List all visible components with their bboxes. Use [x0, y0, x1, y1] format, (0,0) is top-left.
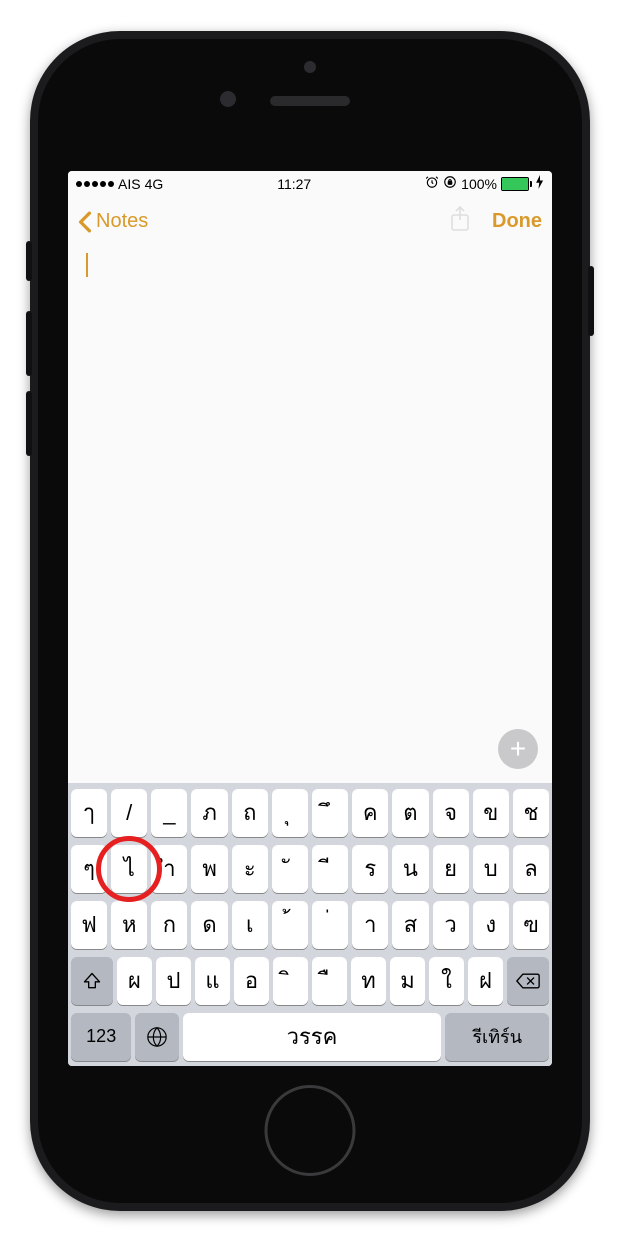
key-ห[interactable]: ห	[111, 901, 147, 949]
key-ก[interactable]: ก	[151, 901, 187, 949]
keyboard-row-4: ผปแอิืทมใฝ	[71, 957, 549, 1005]
key-ั[interactable]: ั	[272, 845, 308, 893]
battery-icon	[501, 177, 532, 191]
clock: 11:27	[277, 176, 311, 192]
share-icon	[450, 206, 470, 232]
key-ๅ[interactable]: ๅ	[71, 789, 107, 837]
globe-icon	[146, 1026, 168, 1048]
key-า[interactable]: า	[352, 901, 388, 949]
key-ช[interactable]: ช	[513, 789, 549, 837]
signal-strength-icon	[76, 181, 114, 187]
key-ฃ[interactable]: ฃ	[513, 901, 549, 949]
key-ม[interactable]: ม	[390, 957, 425, 1005]
text-cursor	[86, 253, 88, 277]
key-ค[interactable]: ค	[352, 789, 388, 837]
key-ว[interactable]: ว	[433, 901, 469, 949]
backspace-icon	[516, 972, 540, 990]
shift-key[interactable]	[71, 957, 113, 1005]
network-label: 4G	[145, 176, 164, 192]
note-editor[interactable]: +	[68, 247, 552, 783]
done-button[interactable]: Done	[492, 210, 542, 233]
numbers-key[interactable]: 123	[71, 1013, 131, 1061]
key-ื[interactable]: ื	[312, 957, 347, 1005]
key-ำ[interactable]: ำ	[151, 845, 187, 893]
key-ด[interactable]: ด	[191, 901, 227, 949]
phone-frame: AIS 4G 11:27 100%	[30, 31, 590, 1211]
chevron-left-icon	[78, 211, 92, 233]
key-ฝ[interactable]: ฝ	[468, 957, 503, 1005]
volume-up-button	[26, 311, 32, 376]
key-ฟ[interactable]: ฟ	[71, 901, 107, 949]
back-label: Notes	[96, 210, 148, 233]
share-button[interactable]	[450, 206, 470, 237]
keyboard-row-3: ฟหกดเ้่าสวงฃ	[71, 901, 549, 949]
screen: AIS 4G 11:27 100%	[68, 171, 552, 1066]
key-ย[interactable]: ย	[433, 845, 469, 893]
backspace-key[interactable]	[507, 957, 549, 1005]
battery-percent: 100%	[461, 176, 497, 192]
key-ี[interactable]: ี	[312, 845, 348, 893]
keyboard-row-2: ๆไำพะัีรนยบล	[71, 845, 549, 893]
key-ผ[interactable]: ผ	[117, 957, 152, 1005]
key-แ[interactable]: แ	[195, 957, 230, 1005]
space-key[interactable]: วรรค	[183, 1013, 442, 1061]
key-ป[interactable]: ป	[156, 957, 191, 1005]
back-button[interactable]: Notes	[78, 210, 148, 233]
charging-icon	[536, 175, 544, 192]
power-button	[588, 266, 594, 336]
key-ร[interactable]: ร	[352, 845, 388, 893]
status-bar: AIS 4G 11:27 100%	[68, 171, 552, 197]
key-ึ[interactable]: ึ	[312, 789, 348, 837]
keyboard-row-1: ๅ/_ภถุึคตจขช	[71, 789, 549, 837]
key-เ[interactable]: เ	[232, 901, 268, 949]
proximity-sensor	[304, 61, 316, 73]
globe-key[interactable]	[135, 1013, 178, 1061]
key-ต[interactable]: ต	[392, 789, 428, 837]
rotation-lock-icon	[443, 175, 457, 192]
key-ิ[interactable]: ิ	[273, 957, 308, 1005]
key-จ[interactable]: จ	[433, 789, 469, 837]
volume-down-button	[26, 391, 32, 456]
key-อ[interactable]: อ	[234, 957, 269, 1005]
key-้[interactable]: ้	[272, 901, 308, 949]
key-ุ[interactable]: ุ	[272, 789, 308, 837]
shift-icon	[82, 971, 102, 991]
key-ล[interactable]: ล	[513, 845, 549, 893]
key-น[interactable]: น	[392, 845, 428, 893]
navigation-bar: Notes Done	[68, 197, 552, 247]
key-/[interactable]: /	[111, 789, 147, 837]
mute-switch	[26, 241, 32, 281]
carrier-label: AIS	[118, 176, 141, 192]
key-ะ[interactable]: ะ	[232, 845, 268, 893]
key-ง[interactable]: ง	[473, 901, 509, 949]
key-ส[interactable]: ส	[392, 901, 428, 949]
alarm-icon	[425, 175, 439, 192]
key-_[interactable]: _	[151, 789, 187, 837]
keyboard-row-bottom: 123 วรรค รีเทิร์น	[71, 1013, 549, 1061]
key-ใ[interactable]: ใ	[429, 957, 464, 1005]
key-ไ[interactable]: ไ	[111, 845, 147, 893]
home-button[interactable]	[265, 1085, 356, 1176]
key-ข[interactable]: ข	[473, 789, 509, 837]
key-พ[interactable]: พ	[191, 845, 227, 893]
key-บ[interactable]: บ	[473, 845, 509, 893]
add-attachment-button[interactable]: +	[498, 729, 538, 769]
return-key[interactable]: รีเทิร์น	[445, 1013, 549, 1061]
keyboard: ๅ/_ภถุึคตจขช ๆไำพะัีรนยบล ฟหกดเ้่าสวงฃ ผ…	[68, 783, 552, 1066]
key-ท[interactable]: ท	[351, 957, 386, 1005]
key-่[interactable]: ่	[312, 901, 348, 949]
earpiece-speaker	[270, 96, 350, 106]
key-ภ[interactable]: ภ	[191, 789, 227, 837]
plus-icon: +	[510, 733, 526, 765]
front-camera	[220, 91, 236, 107]
key-ๆ[interactable]: ๆ	[71, 845, 107, 893]
key-ถ[interactable]: ถ	[232, 789, 268, 837]
